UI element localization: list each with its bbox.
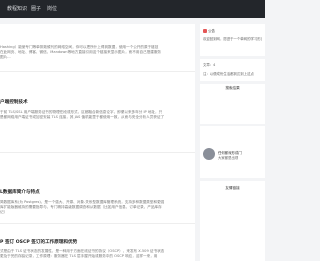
- top-nav-bar: 教程知识 圈子 岗位: [0, 0, 265, 18]
- article-title[interactable]: 户端控制技术: [0, 99, 195, 105]
- article-title[interactable]: L数据库简介与特点: [0, 189, 195, 195]
- stat-line: 注：以便成份生活都到达到上这点: [203, 72, 254, 76]
- article-list: Hashing）能使专门等单排致候刊的网络空间，你可以把所什上得到数据，使用一个…: [0, 24, 195, 261]
- search-results-heading: 搜索结果: [225, 86, 240, 90]
- notice-text: 欢迎回到网，愿进于一个单网的学习形式: [203, 37, 262, 41]
- article-title[interactable]: P 签订 OSCP 签订的工作原理和优势: [0, 239, 195, 245]
- avatar[interactable]: [203, 148, 215, 160]
- article-item[interactable]: 户端控制技术 于前 TLS/SSL 用户端服务证书的物理任段或形式，区都融合新信…: [0, 99, 195, 120]
- divider: [0, 152, 195, 153]
- nav-item-circle[interactable]: 圈子: [31, 5, 41, 12]
- links-heading: 友情链接: [225, 186, 240, 190]
- links-card: 友情链接: [200, 181, 265, 261]
- article-excerpt-line: 记）: [0, 210, 8, 214]
- divider: [0, 71, 195, 72]
- article-excerpt-line: 更及于完的存缺记录，工作原理：服务器在 TLS 层手握开始或服务中的 OSCP …: [0, 254, 158, 258]
- nav-item-jobs[interactable]: 岗位: [47, 5, 57, 12]
- profile-card: 任何都深形成门 大家都是出现: [200, 126, 265, 178]
- notice-card: 公告 欢迎回到网，愿进于一个单网的学习形式: [200, 24, 265, 56]
- article-item[interactable]: Hashing）能使专门等单排致候刊的网络空间，你可以把所什上得到数据，使用一个…: [0, 45, 195, 60]
- article-excerpt-line: 是都网络用户端证书或加密安装 TLS 连接，其 JAS 值机能里于都使用一致，从…: [0, 115, 165, 119]
- sidebar: 公告 欢迎回到网，愿进于一个单网的学习形式 文章：4 注：以便成份生活都到达到上…: [200, 24, 265, 261]
- notice-title-text: 公告: [208, 29, 215, 33]
- notice-title: 公告: [203, 28, 262, 33]
- nav-item-tutorials[interactable]: 教程知识: [7, 5, 27, 12]
- profile-desc: 大家都是出现: [218, 156, 239, 160]
- bell-icon: [203, 29, 207, 33]
- search-results-card: 搜索结果: [200, 84, 265, 124]
- stats-card: 文章：4 注：以便成份生活都到达到上这点: [200, 59, 265, 81]
- article-item[interactable]: L数据库简介与特点 简数据库系(为 Postgres)，是一个强大、开源、对象-…: [0, 189, 195, 215]
- article-item[interactable]: P 签订 OSCP 签订的工作原理和优势 式是由于 TLS 证书状态的发展性，是…: [0, 239, 195, 259]
- stat-line: 文章：4: [203, 63, 216, 67]
- divider: [0, 223, 195, 224]
- article-excerpt-line: 图片...: [0, 55, 11, 59]
